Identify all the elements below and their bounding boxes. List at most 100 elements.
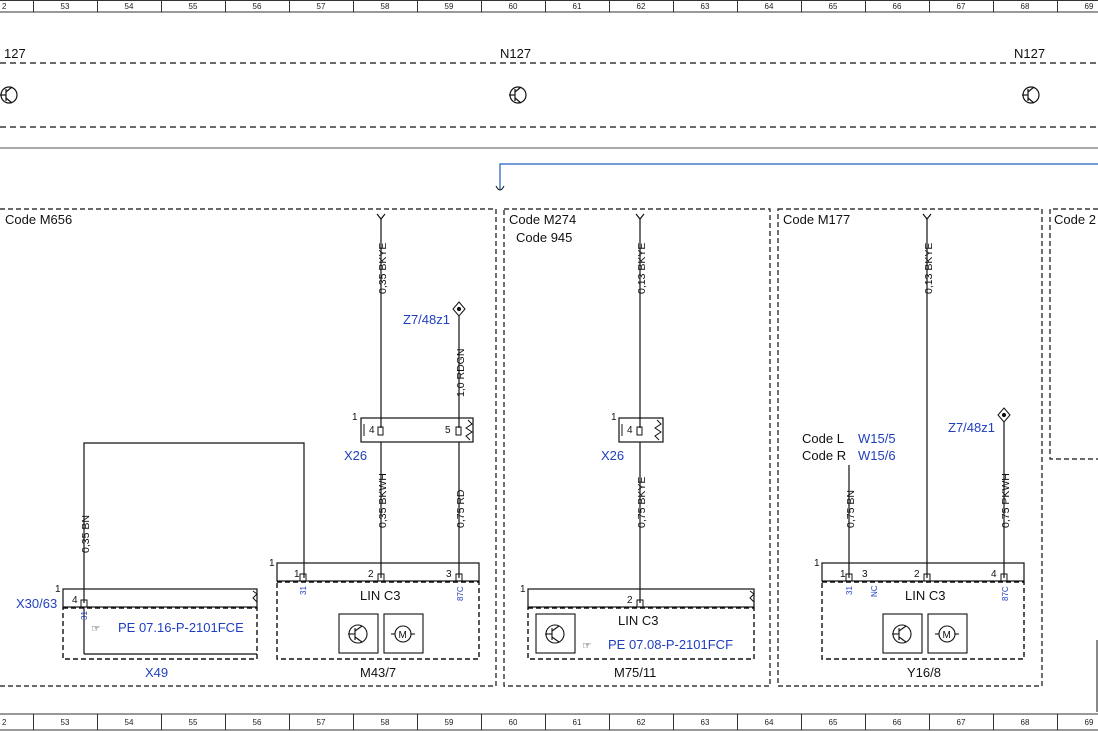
x30-label: X30/63 bbox=[16, 596, 57, 611]
grid-column-number: 59 bbox=[445, 718, 454, 727]
transistor-icon bbox=[1022, 86, 1040, 104]
section-right-box bbox=[1049, 208, 1098, 460]
pin-label: 31 bbox=[299, 586, 308, 595]
n127-band bbox=[0, 62, 1098, 128]
pin-label: 2 bbox=[368, 569, 374, 580]
lin-label-1: LIN C3 bbox=[360, 588, 400, 603]
wire-label: 0,13 BKYE bbox=[636, 243, 648, 294]
pin-label: 87C bbox=[1001, 586, 1010, 601]
wire-label: 1,0 RDGN bbox=[455, 349, 467, 397]
grid-column-number: 68 bbox=[1021, 2, 1030, 11]
grid-column-number: 58 bbox=[381, 2, 390, 11]
pin-label: 3 bbox=[862, 569, 868, 580]
grid-column-number: 53 bbox=[61, 718, 70, 727]
pin-label: 1 bbox=[55, 584, 61, 595]
pin-label: 4 bbox=[991, 569, 997, 580]
grid-column-number: 62 bbox=[637, 2, 646, 11]
pe-link-1[interactable]: PE 07.16-P-2101FCE bbox=[118, 620, 244, 635]
pin-label: 1 bbox=[269, 558, 275, 569]
grid-column-number: 60 bbox=[509, 2, 518, 11]
z7-label-1: Z7/48z1 bbox=[403, 312, 450, 327]
grid-column-number: 66 bbox=[893, 718, 902, 727]
grid-column-number: 2 bbox=[2, 2, 7, 11]
wiring-diagram: 2 53 54 55 56 57 58 59 60 61 62 63 64 65 66 67 68 69 2 53 5… bbox=[0, 0, 1098, 731]
pin-label: 4 bbox=[72, 595, 78, 606]
n127-label-1: 127 bbox=[4, 46, 26, 61]
hand-pointer-icon: ☞ bbox=[91, 623, 100, 635]
y16-label: Y16/8 bbox=[907, 665, 941, 680]
transistor-icon bbox=[338, 613, 379, 654]
pin-label: 87C bbox=[456, 586, 465, 601]
pin-label: 5 bbox=[445, 425, 451, 436]
transistor-icon bbox=[882, 613, 923, 654]
pin-label: 2 bbox=[627, 595, 633, 606]
transistor-icon bbox=[509, 86, 527, 104]
grid-column-number: 57 bbox=[317, 2, 326, 11]
pin-label: 4 bbox=[369, 425, 375, 436]
pin-label: 1 bbox=[294, 569, 300, 580]
section-m656-code: Code M656 bbox=[5, 212, 72, 227]
grid-column-number: 57 bbox=[317, 718, 326, 727]
splice-icon bbox=[997, 407, 1011, 423]
svg-text:M: M bbox=[943, 630, 951, 641]
pin-label: 31 bbox=[80, 611, 89, 620]
grid-column-number: 63 bbox=[701, 2, 710, 11]
grid-column-number: 61 bbox=[573, 2, 582, 11]
grid-column-number: 69 bbox=[1085, 718, 1094, 727]
wire-label: 0,35 BKYE bbox=[377, 243, 389, 294]
grid-column-number: 62 bbox=[637, 718, 646, 727]
n127-label-3: N127 bbox=[1014, 46, 1045, 61]
hand-pointer-icon: ☞ bbox=[582, 640, 591, 652]
wire-label: 0,75 PKWH bbox=[1000, 473, 1012, 528]
pin-label: 1 bbox=[611, 412, 617, 423]
bottom-grid-ruler bbox=[0, 713, 1098, 731]
grid-column-number: 59 bbox=[445, 2, 454, 11]
section-m274-code2: Code 945 bbox=[516, 230, 572, 245]
grid-column-number: 64 bbox=[765, 718, 774, 727]
wire-label: 0,75 RD bbox=[455, 489, 467, 528]
grid-column-number: 68 bbox=[1021, 718, 1030, 727]
grid-column-number: 2 bbox=[2, 718, 7, 727]
grid-column-number: 53 bbox=[61, 2, 70, 11]
motor-icon: M bbox=[927, 613, 968, 654]
grid-column-number: 67 bbox=[957, 2, 966, 11]
top-grid-ruler bbox=[0, 0, 1098, 13]
pin-label: 1 bbox=[840, 569, 846, 580]
x26-label-1: X26 bbox=[344, 448, 367, 463]
w15-6-label: W15/6 bbox=[858, 448, 896, 463]
grid-column-number: 65 bbox=[829, 718, 838, 727]
w15-5-label: W15/5 bbox=[858, 431, 896, 446]
pin-label: 2 bbox=[914, 569, 920, 580]
pin-label: 1 bbox=[352, 412, 358, 423]
wire-label: 0,35 BN bbox=[80, 515, 92, 553]
pe-link-2[interactable]: PE 07.08-P-2101FCF bbox=[608, 637, 733, 652]
x49-label: X49 bbox=[145, 665, 168, 680]
x26-label-2: X26 bbox=[601, 448, 624, 463]
svg-text:M: M bbox=[399, 630, 407, 641]
section-m274-code: Code M274 bbox=[509, 212, 576, 227]
motor-icon: M bbox=[383, 613, 424, 654]
code-r-label: Code R bbox=[802, 448, 846, 463]
grid-column-number: 69 bbox=[1085, 2, 1094, 11]
transistor-icon bbox=[0, 86, 18, 104]
section-m177-code: Code M177 bbox=[783, 212, 850, 227]
grid-column-number: 55 bbox=[189, 718, 198, 727]
transistor-icon bbox=[535, 613, 576, 654]
pin-label: 1 bbox=[520, 584, 526, 595]
grid-column-number: 58 bbox=[381, 718, 390, 727]
m75-label: M75/11 bbox=[614, 665, 656, 680]
splice-icon bbox=[452, 301, 466, 317]
wire-label: 0,13 BKYE bbox=[923, 243, 935, 294]
grid-column-number: 67 bbox=[957, 718, 966, 727]
grid-column-number: 56 bbox=[253, 2, 262, 11]
grid-column-number: 56 bbox=[253, 718, 262, 727]
lin-label-3: LIN C3 bbox=[905, 588, 945, 603]
pin-label: 1 bbox=[814, 558, 820, 569]
pin-label: 3 bbox=[446, 569, 452, 580]
wire-label: 0,35 BKWH bbox=[377, 473, 389, 528]
feed-line bbox=[499, 163, 1098, 190]
z7-label-2: Z7/48z1 bbox=[948, 420, 995, 435]
m43-label: M43/7 bbox=[360, 665, 396, 680]
grid-column-number: 55 bbox=[189, 2, 198, 11]
grid-column-number: 54 bbox=[125, 2, 134, 11]
